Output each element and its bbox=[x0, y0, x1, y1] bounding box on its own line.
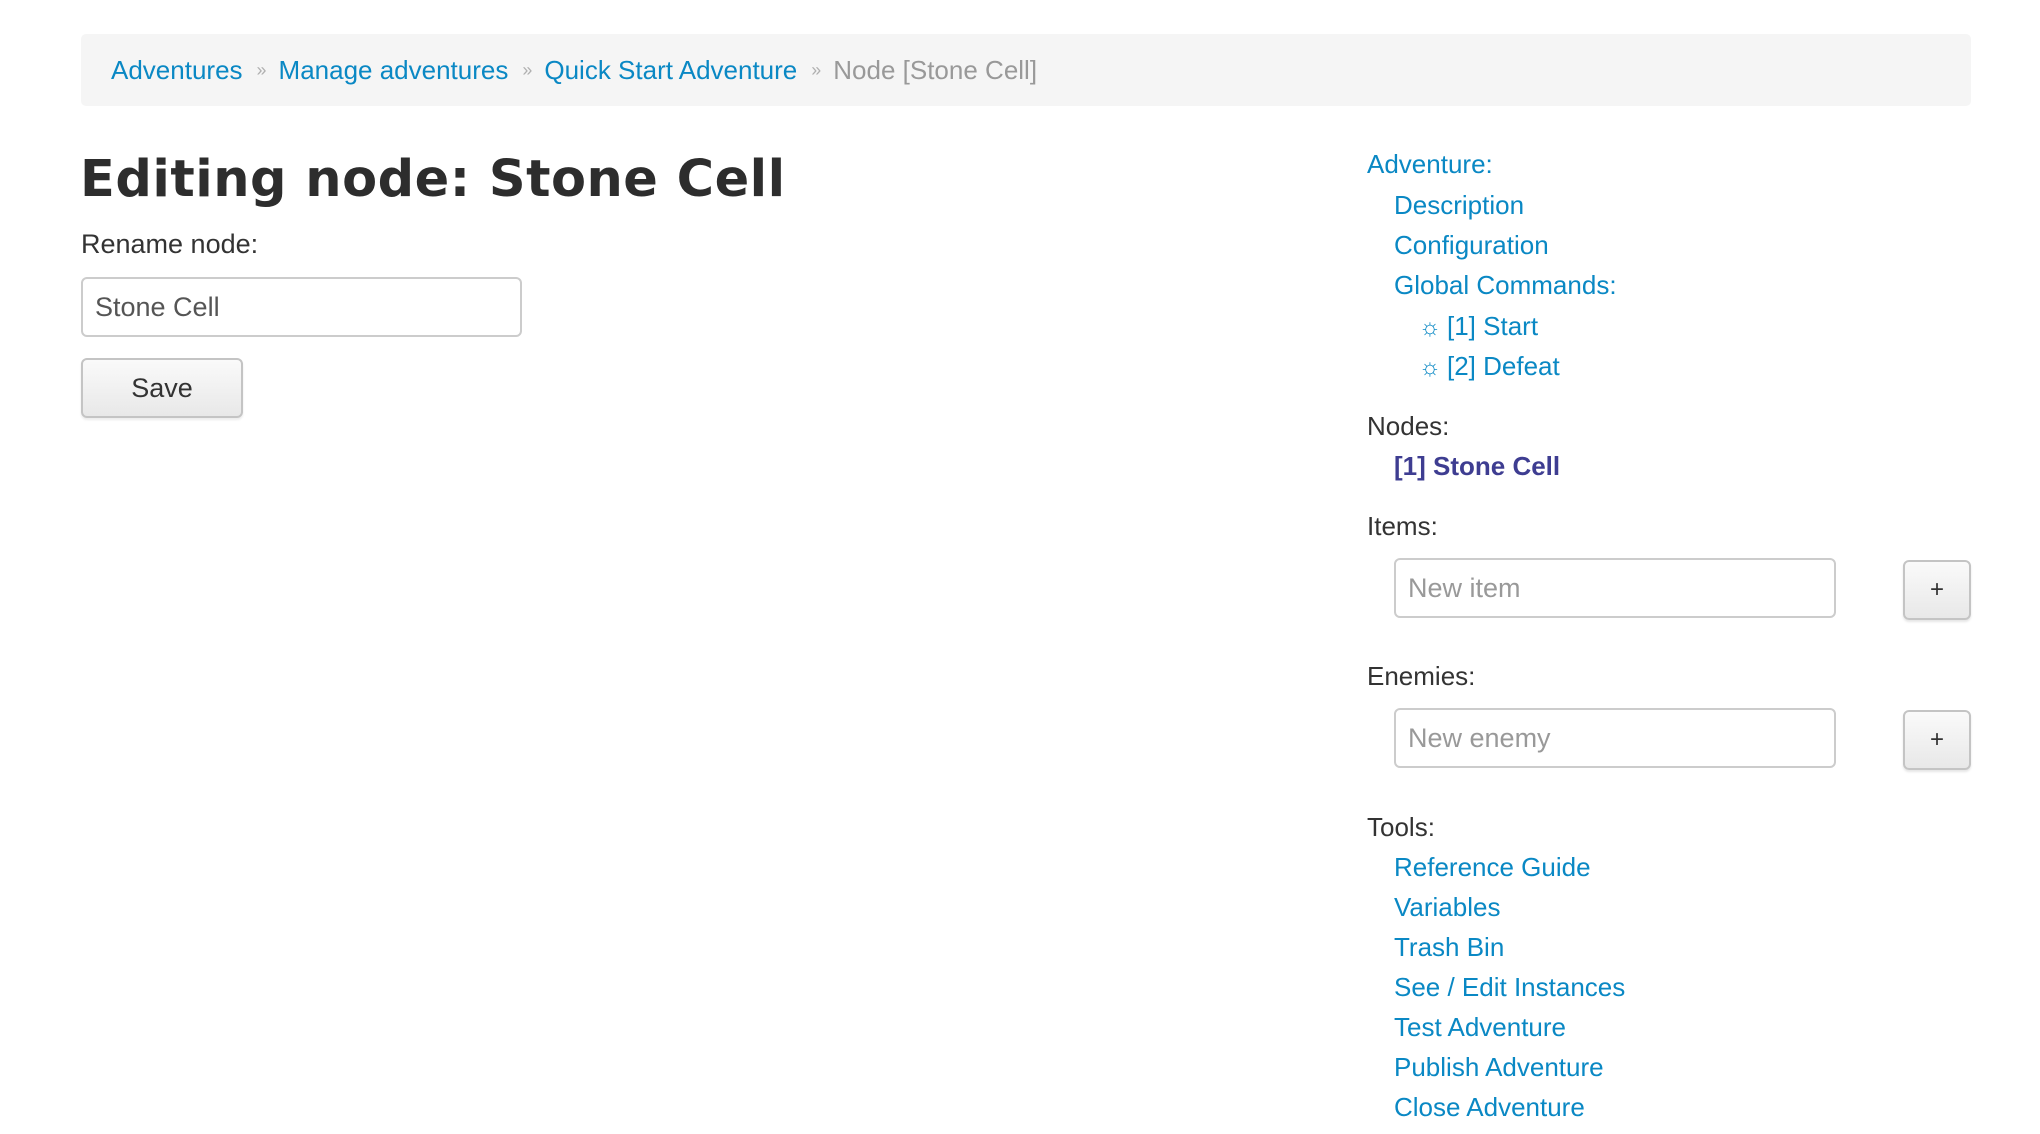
breadcrumb-adventure-link[interactable]: Quick Start Adventure bbox=[544, 55, 797, 86]
breadcrumb-separator: ›› bbox=[256, 59, 267, 80]
add-item-button[interactable]: + bbox=[1903, 560, 1971, 620]
global-command-label: [2] Defeat bbox=[1447, 351, 1560, 381]
breadcrumb-separator: ›› bbox=[811, 59, 821, 80]
tool-publish-adventure-link[interactable]: Publish Adventure bbox=[1394, 1050, 1604, 1084]
sidebar-description-link[interactable]: Description bbox=[1394, 188, 1524, 222]
global-command-start[interactable]: ☼ [1] Start bbox=[1419, 309, 1538, 345]
new-item-input[interactable] bbox=[1394, 558, 1836, 618]
save-button[interactable]: Save bbox=[81, 358, 243, 418]
enemies-heading: Enemies: bbox=[1367, 661, 1476, 691]
gear-icon: ☼ bbox=[1419, 354, 1441, 381]
page-title: Editing node: Stone Cell bbox=[80, 150, 786, 209]
gear-icon: ☼ bbox=[1419, 314, 1441, 341]
sidebar-adventure-link[interactable]: Adventure: bbox=[1367, 147, 1493, 181]
breadcrumb-current: Node [Stone Cell] bbox=[833, 54, 1038, 85]
node-item-stone-cell[interactable]: [1] Stone Cell bbox=[1394, 449, 1560, 483]
sidebar-global-commands-link[interactable]: Global Commands: bbox=[1394, 268, 1617, 302]
breadcrumb: Adventures ›› Manage adventures ›› Quick… bbox=[81, 34, 1971, 106]
global-command-defeat[interactable]: ☼ [2] Defeat bbox=[1419, 349, 1560, 385]
breadcrumb-adventures-link[interactable]: Adventures bbox=[111, 55, 243, 86]
global-command-label: [1] Start bbox=[1447, 311, 1539, 341]
new-enemy-input[interactable] bbox=[1394, 708, 1836, 768]
items-heading: Items: bbox=[1367, 511, 1438, 541]
tool-instances-link[interactable]: See / Edit Instances bbox=[1394, 970, 1625, 1004]
tools-heading: Tools: bbox=[1367, 812, 1435, 842]
tool-close-adventure-link[interactable]: Close Adventure bbox=[1394, 1090, 1585, 1124]
tool-reference-guide-link[interactable]: Reference Guide bbox=[1394, 850, 1591, 884]
tool-trash-bin-link[interactable]: Trash Bin bbox=[1394, 930, 1504, 964]
rename-node-input[interactable] bbox=[81, 277, 522, 337]
tool-test-adventure-link[interactable]: Test Adventure bbox=[1394, 1010, 1566, 1044]
breadcrumb-manage-adventures-link[interactable]: Manage adventures bbox=[279, 55, 509, 86]
add-enemy-button[interactable]: + bbox=[1903, 710, 1971, 770]
rename-node-label: Rename node: bbox=[81, 229, 259, 259]
sidebar-configuration-link[interactable]: Configuration bbox=[1394, 228, 1549, 262]
breadcrumb-separator: ›› bbox=[522, 59, 532, 80]
nodes-heading: Nodes: bbox=[1367, 411, 1450, 441]
tool-variables-link[interactable]: Variables bbox=[1394, 890, 1500, 924]
